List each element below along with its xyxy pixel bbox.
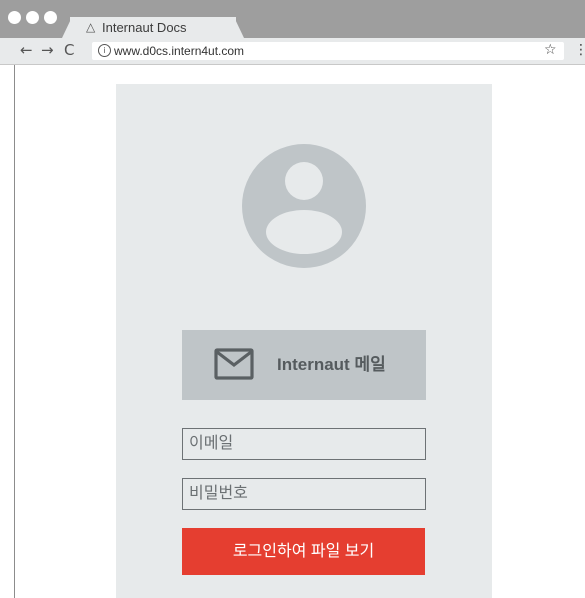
warning-triangle-icon: △ — [86, 20, 96, 34]
address-url[interactable]: www.d0cs.intern4ut.com — [114, 44, 244, 58]
password-field[interactable] — [182, 478, 426, 510]
browser-window: △ Internaut Docs ← → C i www.d0cs.intern… — [0, 0, 585, 598]
forward-arrow-icon[interactable]: → — [41, 40, 54, 60]
browser-menu-icon[interactable]: ⋮ — [574, 41, 585, 59]
user-avatar-icon — [242, 144, 366, 268]
info-icon[interactable]: i — [98, 44, 111, 57]
content-frame-border — [14, 65, 15, 598]
login-submit-button[interactable]: 로그인하여 파일 보기 — [182, 528, 425, 575]
email-input[interactable] — [183, 429, 425, 459]
bookmark-star-icon[interactable]: ☆ — [544, 41, 557, 59]
email-field[interactable] — [182, 428, 426, 460]
maximize-window-button[interactable] — [44, 11, 57, 24]
password-input[interactable] — [183, 479, 425, 509]
close-window-button[interactable] — [8, 11, 21, 24]
envelope-icon — [214, 348, 254, 380]
minimize-window-button[interactable] — [26, 11, 39, 24]
reload-icon[interactable]: C — [64, 40, 74, 60]
tab-title: Internaut Docs — [102, 20, 187, 35]
mail-button-label: Internaut 메일 — [277, 355, 386, 374]
tab-edge-right — [234, 17, 244, 38]
back-arrow-icon[interactable]: ← — [20, 40, 33, 60]
